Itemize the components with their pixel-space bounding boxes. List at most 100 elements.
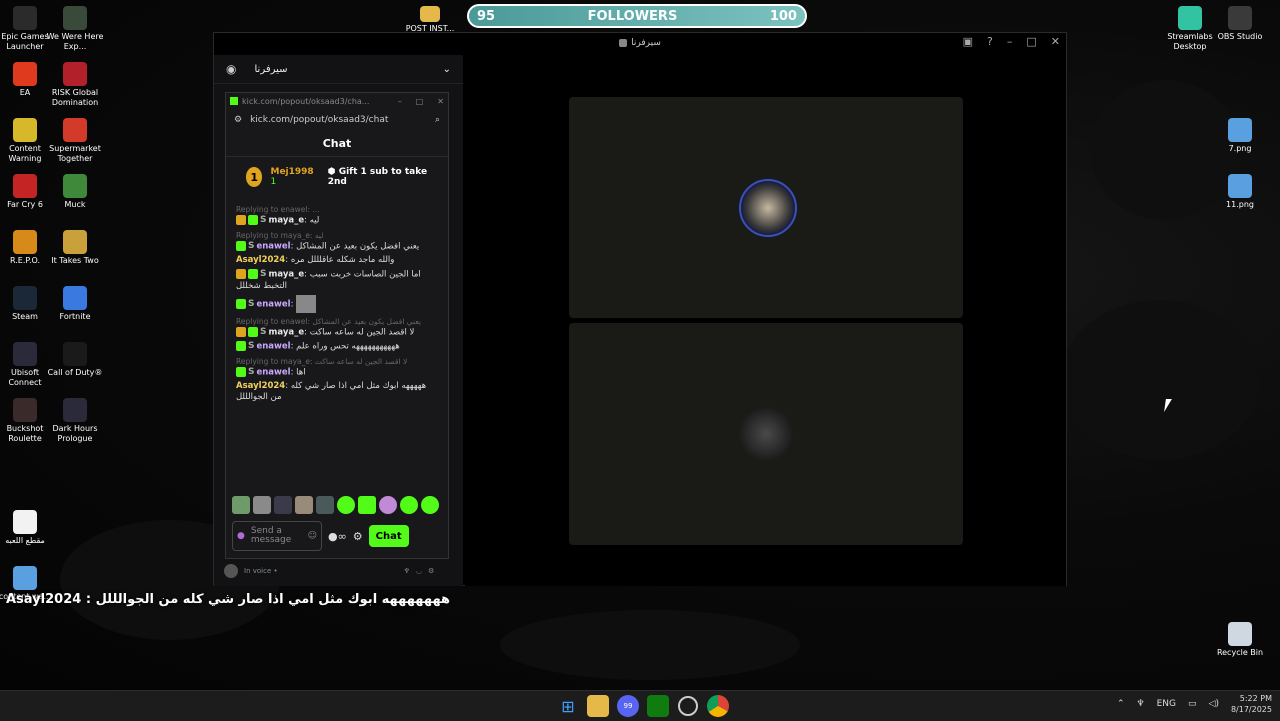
chat-message[interactable]: Asayl2024: هههههه ابوك مثل امي اذا صار ش…: [236, 381, 438, 403]
participant-tile[interactable]: [569, 97, 963, 318]
chat-username[interactable]: maya_e: [268, 327, 304, 337]
chat-username[interactable]: Asayl2024: [236, 381, 285, 391]
language-indicator[interactable]: ENG: [1157, 699, 1176, 709]
xbox-icon[interactable]: [647, 695, 669, 717]
chat-message[interactable]: Asayl2024: والله ماجد شكله عاقلللل مره: [236, 255, 438, 266]
volume-icon[interactable]: ◁): [1209, 699, 1219, 709]
reply-context[interactable]: Replying to enawel: يعني افضل يكون بعيد …: [236, 316, 438, 327]
discord-titlebar: سيرفرنا ▣ ? – □ ✕: [214, 33, 1066, 53]
display-icon[interactable]: ▭: [1188, 699, 1197, 709]
chat-message[interactable]: Senawel: هههههههههههه تحس وراه علم: [236, 341, 438, 353]
desktop-folder-post-inst[interactable]: POST INST...: [400, 6, 460, 32]
top-gifter-name[interactable]: Mej1998: [270, 167, 313, 177]
emote[interactable]: [421, 496, 439, 514]
cod-icon: [63, 342, 87, 366]
desktop-icon[interactable]: It Takes Two: [45, 230, 105, 266]
fortnite-icon: [63, 286, 87, 310]
emote[interactable]: [274, 496, 292, 514]
gift-sub-button[interactable]: ⬢ Gift 1 sub to take 2nd: [328, 167, 428, 187]
chat-username[interactable]: enawel: [256, 241, 290, 251]
settings-icon[interactable]: ⚙: [353, 530, 363, 543]
emote[interactable]: [295, 496, 313, 514]
server-small-icon: [619, 39, 628, 47]
kick-points-icon[interactable]: ●∞: [328, 530, 347, 543]
reply-context[interactable]: Replying to maya_e: لا اقصد الجين له ساع…: [236, 356, 438, 367]
chat-username[interactable]: enawel: [256, 367, 290, 377]
desktop-icon[interactable]: Muck: [45, 174, 105, 210]
reply-context[interactable]: Replying to enawel: ...: [236, 204, 438, 215]
window-title: سيرفرنا: [631, 38, 661, 48]
desktop-icon[interactable]: Recycle Bin: [1210, 622, 1270, 658]
gift-leaderboard: 1 Mej1998 1 ⬢ Gift 1 sub to take 2nd: [226, 157, 448, 197]
sub-badge-icon: [236, 298, 246, 309]
desktop-icon[interactable]: 11.png: [1210, 174, 1270, 210]
send-chat-button[interactable]: Chat: [368, 525, 409, 547]
chat-message[interactable]: Senawel:: [236, 294, 438, 313]
emote[interactable]: [400, 496, 418, 514]
desktop-icon[interactable]: Dark Hours Prologue: [45, 398, 105, 444]
chat-message[interactable]: Replying to enawel: يعني افضل يكون بعيد …: [236, 316, 438, 339]
chat-username[interactable]: Asayl2024: [236, 255, 285, 265]
emote[interactable]: [379, 496, 397, 514]
chat-message[interactable]: Replying to maya_e: ليه Senawel: يعني افض…: [236, 230, 438, 253]
chrome-icon[interactable]: [707, 695, 729, 717]
mic-icon[interactable]: ♆: [1137, 699, 1145, 709]
recycle-bin-icon: [1228, 622, 1252, 646]
chevron-down-icon: ⌄: [442, 63, 451, 75]
headphones-icon[interactable]: ◡: [416, 567, 422, 575]
system-tray: ⌃ ♆ ENG ▭ ◁) 5:22 PM 8/17/2025: [1117, 693, 1272, 715]
mic-icon[interactable]: ♆: [404, 567, 410, 575]
desktop-icon[interactable]: Supermarket Together: [45, 118, 105, 164]
chat-message[interactable]: Smaya_e: اما الجين الصاسات خربت سبب التخ…: [236, 269, 438, 292]
chat-username[interactable]: maya_e: [268, 270, 304, 280]
address-bar[interactable]: ⚙ kick.com/popout/oksaad3/chat ⌕: [230, 111, 444, 129]
emoji-icon[interactable]: ☺: [308, 531, 317, 541]
file-explorer-icon[interactable]: [587, 695, 609, 717]
chat-message[interactable]: Replying to enawel: ... Smaya_e: ليه: [236, 204, 438, 227]
discord-taskbar-icon[interactable]: 99: [617, 695, 639, 717]
zoom-icon[interactable]: ⌕: [435, 115, 440, 125]
maximize-button[interactable]: □: [1026, 35, 1036, 48]
close-button[interactable]: ✕: [1051, 35, 1060, 48]
desktop-icon[interactable]: 7.png: [1210, 118, 1270, 154]
avatar[interactable]: [224, 564, 238, 578]
desktop-icon[interactable]: Fortnite: [45, 286, 105, 322]
clock-time: 5:22 PM: [1239, 694, 1272, 703]
emote[interactable]: [337, 496, 355, 514]
chat-username[interactable]: enawel: [256, 299, 290, 309]
chat-username[interactable]: enawel: [256, 342, 290, 352]
reply-context[interactable]: Replying to maya_e: ليه: [236, 230, 438, 241]
minimize-button[interactable]: –: [398, 97, 402, 106]
clock[interactable]: 5:22 PM 8/17/2025: [1231, 693, 1272, 715]
recording-icon[interactable]: [678, 696, 698, 716]
emote[interactable]: [316, 496, 334, 514]
participant-tile[interactable]: [569, 323, 963, 545]
emote[interactable]: [358, 496, 376, 514]
site-info-icon[interactable]: ⚙: [234, 115, 242, 125]
risk-icon: [63, 62, 87, 86]
emote[interactable]: [232, 496, 250, 514]
desktop-icon-label: 7.png: [1228, 144, 1252, 153]
url-text: kick.com/popout/oksaad3/chat: [250, 115, 389, 125]
start-button[interactable]: ⊞: [557, 695, 579, 717]
chat-message[interactable]: Replying to maya_e: لا اقصد الجين له ساع…: [236, 356, 438, 379]
server-header[interactable]: ◉ سيرفرنا ⌄: [214, 55, 463, 84]
message-placeholder: Send a message: [250, 526, 292, 545]
desktop-icon[interactable]: مقطع اللعبه: [0, 510, 55, 546]
desktop-icon[interactable]: Call of Duty®: [45, 342, 105, 378]
desktop-icon[interactable]: We Were Here Exp...: [45, 6, 105, 52]
emote[interactable]: [253, 496, 271, 514]
maximize-button[interactable]: □: [416, 97, 424, 106]
mic-icon[interactable]: ●: [237, 531, 245, 541]
close-button[interactable]: ✕: [437, 97, 444, 106]
desktop-icon[interactable]: RISK Global Domination: [45, 62, 105, 108]
settings-icon[interactable]: ⚙: [428, 567, 434, 575]
minimize-button[interactable]: –: [1007, 35, 1013, 48]
desktop-icon[interactable]: OBS Studio: [1210, 6, 1270, 42]
chat-username[interactable]: maya_e: [268, 216, 304, 226]
message-input[interactable]: ● Send a message ☺: [232, 521, 322, 551]
inbox-icon[interactable]: ▣: [963, 35, 973, 48]
s-badge-icon: S: [248, 240, 255, 251]
help-icon[interactable]: ?: [987, 35, 993, 48]
chevron-up-icon[interactable]: ⌃: [1117, 699, 1125, 709]
